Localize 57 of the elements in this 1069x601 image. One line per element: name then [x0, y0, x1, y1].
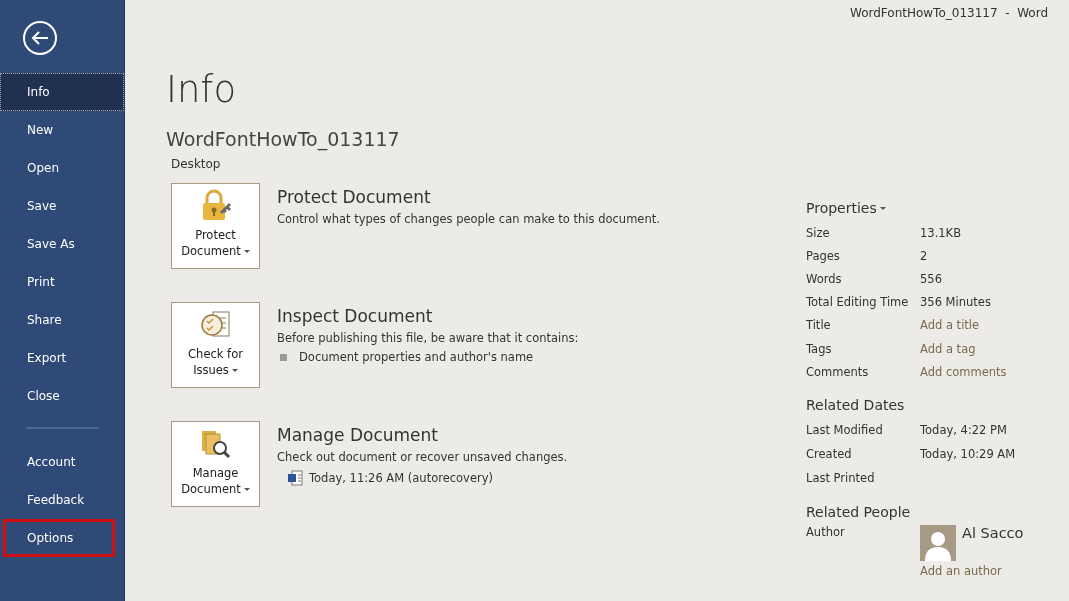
document-icon — [287, 470, 303, 486]
back-arrow-icon — [30, 30, 50, 46]
sidebar-item[interactable]: Open — [0, 149, 124, 187]
property-value: 2 — [920, 248, 928, 263]
tile-button[interactable]: Protect Document — [171, 183, 260, 269]
section-title: Inspect Document — [277, 306, 434, 326]
section-title: Protect Document — [277, 187, 432, 207]
date-value: Today, 10:29 AM — [920, 447, 1016, 462]
sidebar-item[interactable]: Save As — [0, 225, 124, 263]
sidebar-item[interactable]: Save — [0, 187, 124, 225]
section-title: Manage Document — [277, 425, 439, 445]
property-label: Pages — [806, 248, 841, 263]
property-label: Total Editing Time — [806, 295, 910, 310]
section-description: Check out document or recover unsaved changes. — [277, 450, 568, 464]
sidebar-item[interactable]: Feedback — [0, 481, 124, 519]
window-title: WordFontHowTo_013117 - Word — [849, 5, 1049, 20]
author-name: Al Sacco — [962, 525, 1024, 542]
add-author-link[interactable]: Add an author — [920, 564, 1056, 579]
date-value: Today, 4:22 PM — [920, 423, 1007, 438]
date-label: Last Printed — [806, 471, 876, 486]
document-location: Desktop — [171, 157, 222, 171]
property-label: Comments — [806, 364, 870, 379]
sidebar-item[interactable]: Print — [0, 263, 124, 301]
page-heading: Info — [166, 68, 238, 111]
property-value: 13.1KB — [920, 225, 962, 240]
section-description: Before publishing this file, be aware that it contains: — [277, 331, 579, 345]
sidebar-item[interactable]: Export — [0, 339, 124, 377]
date-label: Last Modified — [806, 423, 884, 438]
property-value: 556 — [920, 271, 942, 286]
author-label: Author — [806, 525, 846, 540]
properties-heading[interactable]: Properties — [806, 200, 1056, 216]
date-label: Created — [806, 447, 853, 462]
property-value: 356 Minutes — [920, 295, 991, 310]
tile-button[interactable]: Manage Document — [171, 421, 260, 507]
property-link[interactable]: Add a title — [920, 318, 980, 333]
document-name: WordFontHowTo_013117 — [166, 128, 401, 150]
version-link[interactable]: Today, 11:26 AM (autorecovery) — [309, 471, 493, 485]
sidebar-item[interactable]: Info — [0, 73, 124, 111]
section-heading: Related Dates — [806, 397, 906, 414]
property-link[interactable]: Add a tag — [920, 341, 976, 356]
avatar-icon — [920, 525, 956, 562]
back-button[interactable] — [23, 21, 57, 55]
property-label: Tags — [806, 341, 833, 356]
sidebar-item[interactable]: Share — [0, 301, 124, 339]
sidebar-item[interactable]: Close — [0, 377, 124, 415]
section-heading: Related People — [806, 504, 912, 521]
sidebar-item[interactable]: Account — [0, 443, 124, 481]
bullet-icon — [280, 353, 287, 361]
property-label: Size — [806, 225, 831, 240]
property-label: Title — [806, 318, 832, 333]
property-link[interactable]: Add comments — [920, 364, 1007, 379]
sidebar-item[interactable]: New — [0, 111, 124, 149]
bullet-text: Document properties and author's name — [299, 350, 534, 364]
sidebar-item[interactable]: Options — [3, 519, 115, 557]
section-description: Control what types of changes people can make to this document. — [277, 212, 660, 226]
tile-button[interactable]: Check for Issues — [171, 302, 260, 388]
property-label: Words — [806, 271, 843, 286]
